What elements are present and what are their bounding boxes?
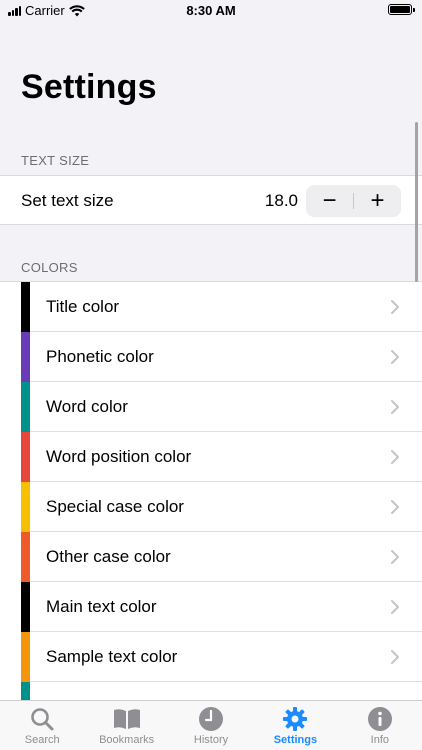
- color-row-label: Phonetic color: [46, 347, 154, 366]
- color-row-label: Other case color: [46, 547, 171, 566]
- color-row-label: Special case color: [46, 497, 184, 516]
- color-row[interactable]: Special case color: [0, 482, 422, 532]
- tab-info-label: Info: [370, 734, 389, 746]
- tab-settings[interactable]: Settings: [253, 701, 337, 750]
- tab-search-label: Search: [24, 734, 60, 746]
- search-icon: [31, 708, 54, 731]
- color-row-label: Title color: [46, 297, 120, 316]
- color-row-label: Word position color: [46, 447, 192, 466]
- tab-search[interactable]: Search: [0, 701, 84, 750]
- color-row[interactable]: Title color: [0, 282, 422, 332]
- chevron-right-icon: [391, 350, 399, 364]
- color-swatch: [21, 632, 30, 682]
- text-size-stepper: − +: [306, 185, 401, 217]
- color-swatch: [21, 332, 30, 382]
- clock-icon: [199, 707, 224, 731]
- page-title: Settings: [21, 68, 157, 106]
- color-swatch: [21, 282, 30, 332]
- color-swatch: [21, 382, 30, 432]
- chevron-right-icon: [391, 300, 399, 314]
- text-size-label: Set text size: [21, 191, 114, 210]
- gear-icon: [283, 707, 308, 731]
- color-swatch: [21, 432, 30, 482]
- chevron-right-icon: [391, 400, 399, 414]
- increment-button[interactable]: +: [354, 185, 401, 217]
- decrement-button[interactable]: −: [306, 185, 353, 217]
- battery-icon: [388, 4, 415, 15]
- chevron-right-icon: [391, 650, 399, 664]
- scroll-indicator[interactable]: [415, 122, 418, 282]
- tab-settings-label: Settings: [273, 734, 318, 746]
- chevron-right-icon: [391, 600, 399, 614]
- status-bar: Carrier 8:30 AM: [0, 0, 422, 22]
- color-swatch: [21, 582, 30, 632]
- colors-section-header: COLORS: [21, 260, 78, 275]
- chevron-right-icon: [391, 550, 399, 564]
- info-icon: [367, 707, 392, 731]
- color-row[interactable]: Word position color: [0, 432, 422, 482]
- color-row[interactable]: Phonetic color: [0, 332, 422, 382]
- tab-info[interactable]: Info: [338, 701, 422, 750]
- color-row[interactable]: Word color: [0, 382, 422, 432]
- color-swatch: [21, 532, 30, 582]
- tab-history-label: History: [193, 734, 229, 746]
- color-row[interactable]: Sample background color: [0, 682, 422, 701]
- bookmarks-icon: [113, 709, 140, 729]
- colors-list: Title color Phonetic color Word color Word …: [0, 281, 422, 701]
- tab-history[interactable]: History: [169, 701, 253, 750]
- text-size-value: 18.0: [264, 191, 298, 210]
- color-row[interactable]: Other case color: [0, 532, 422, 582]
- color-row[interactable]: Sample text color: [0, 632, 422, 682]
- color-row-label: Sample text color: [46, 647, 178, 666]
- status-right: [388, 4, 415, 15]
- chevron-right-icon: [391, 500, 399, 514]
- chevron-right-icon: [391, 450, 399, 464]
- text-size-row: Set text size 18.0 − +: [0, 175, 422, 225]
- color-swatch: [21, 682, 30, 701]
- color-row[interactable]: Main text color: [0, 582, 422, 632]
- tab-bookmarks-label: Bookmarks: [99, 734, 155, 746]
- color-swatch: [21, 482, 30, 532]
- color-row-label: Main text color: [46, 597, 157, 616]
- tab-bookmarks[interactable]: Bookmarks: [84, 701, 168, 750]
- tab-bar: Search Bookmarks History Settings Info: [0, 700, 422, 750]
- status-time: 8:30 AM: [186, 3, 236, 18]
- text-size-section-header: TEXT SIZE: [21, 153, 90, 168]
- color-row-label: Word color: [46, 397, 128, 416]
